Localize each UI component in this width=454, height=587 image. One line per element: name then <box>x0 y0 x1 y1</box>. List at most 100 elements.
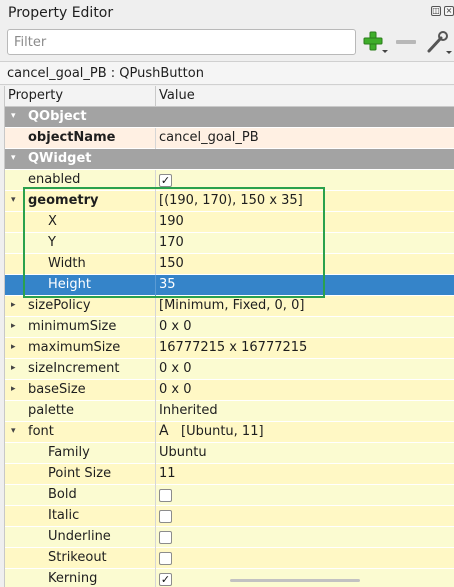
property-name: maximumSize <box>28 340 121 355</box>
property-row[interactable]: enabled ✓ <box>5 170 454 191</box>
property-name: geometry <box>28 193 99 208</box>
property-row[interactable]: Italic <box>5 506 454 527</box>
checkbox[interactable] <box>159 510 172 523</box>
property-name: Family <box>48 445 90 460</box>
column-separator <box>155 128 156 149</box>
collapse-arrow-icon[interactable]: ▸ <box>11 362 21 374</box>
property-row[interactable]: X 190 <box>5 212 454 233</box>
property-name: Bold <box>48 487 77 502</box>
column-separator <box>155 422 156 443</box>
property-name: Kerning <box>48 571 98 586</box>
checkbox[interactable] <box>159 531 172 544</box>
category-row[interactable]: ▾ QObject <box>5 107 454 128</box>
property-value[interactable]: [(190, 170), 150 x 35] <box>159 193 303 208</box>
property-name: QWidget <box>28 151 92 166</box>
expand-arrow-icon[interactable]: ▾ <box>11 194 21 206</box>
property-name: palette <box>28 403 75 418</box>
collapse-arrow-icon[interactable]: ▸ <box>11 341 21 353</box>
expand-arrow-icon[interactable]: ▾ <box>11 110 21 122</box>
property-table: Property Value ▾ QObject objectName cancel_… <box>4 86 454 587</box>
checkbox[interactable]: ✓ <box>159 174 172 187</box>
property-row[interactable]: objectName cancel_goal_PB <box>5 128 454 149</box>
minus-icon <box>396 40 416 44</box>
property-name: sizeIncrement <box>28 361 120 376</box>
property-value[interactable]: cancel_goal_PB <box>159 130 259 145</box>
property-name: objectName <box>28 130 116 145</box>
object-info-bar: cancel_goal_PB : QPushButton <box>0 61 454 85</box>
close-icon[interactable]: × <box>444 6 454 16</box>
property-row[interactable]: Bold <box>5 485 454 506</box>
property-value[interactable]: 11 <box>159 466 176 481</box>
column-separator <box>155 548 156 569</box>
column-separator <box>155 464 156 485</box>
header-property[interactable]: Property <box>8 88 63 103</box>
property-value[interactable]: 170 <box>159 235 184 250</box>
property-value[interactable]: 0 x 0 <box>159 319 192 334</box>
property-value[interactable]: 35 <box>159 277 176 292</box>
checkbox[interactable] <box>159 552 172 565</box>
column-separator <box>155 317 156 338</box>
collapse-arrow-icon[interactable]: ▸ <box>11 299 21 311</box>
property-row[interactable]: Kerning ✓ <box>5 569 454 587</box>
collapse-arrow-icon[interactable]: ▸ <box>11 320 21 332</box>
header-value[interactable]: Value <box>159 88 195 103</box>
property-row[interactable]: ▸ baseSize 0 x 0 <box>5 380 454 401</box>
property-row[interactable]: ▸ sizeIncrement 0 x 0 <box>5 359 454 380</box>
header-separator <box>155 86 156 107</box>
property-row[interactable]: Point Size 11 <box>5 464 454 485</box>
float-icon[interactable]: ◫ <box>431 6 441 16</box>
horizontal-scrollbar[interactable] <box>230 579 360 582</box>
property-value[interactable]: 150 <box>159 256 184 271</box>
column-separator <box>155 170 156 191</box>
property-row[interactable]: Strikeout <box>5 548 454 569</box>
column-separator <box>155 296 156 317</box>
property-name: Width <box>48 256 86 271</box>
property-value[interactable]: 190 <box>159 214 184 229</box>
property-value[interactable]: Ubuntu <box>159 445 207 460</box>
property-value[interactable]: [Minimum, Fixed, 0, 0] <box>159 298 304 313</box>
property-name: Height <box>48 277 91 292</box>
property-value[interactable]: 0 x 0 <box>159 361 192 376</box>
property-name: font <box>28 424 54 439</box>
property-name: X <box>48 214 57 229</box>
category-row[interactable]: ▾ QWidget <box>5 149 454 170</box>
property-row[interactable]: ▾ geometry [(190, 170), 150 x 35] <box>5 191 454 212</box>
configure-button[interactable] <box>424 29 452 55</box>
property-row[interactable]: ▾ font A [Ubuntu, 11] <box>5 422 454 443</box>
collapse-arrow-icon[interactable]: ▸ <box>11 383 21 395</box>
remove-dynamic-property-button[interactable] <box>393 29 419 55</box>
property-row[interactable]: Underline <box>5 527 454 548</box>
property-row[interactable]: Family Ubuntu <box>5 443 454 464</box>
add-dynamic-property-button[interactable] <box>361 29 389 55</box>
column-separator <box>155 380 156 401</box>
property-name: Strikeout <box>48 550 107 565</box>
property-row[interactable]: Y 170 <box>5 233 454 254</box>
column-separator <box>155 359 156 380</box>
column-separator <box>155 254 156 275</box>
column-separator <box>155 338 156 359</box>
column-separator <box>155 275 156 296</box>
column-separator <box>155 401 156 422</box>
wrench-icon <box>427 31 452 54</box>
plus-icon <box>363 31 388 53</box>
property-value[interactable]: 16777215 x 16777215 <box>159 340 307 355</box>
property-row[interactable]: Height 35 <box>5 275 454 296</box>
property-value[interactable]: [Ubuntu, 11] <box>181 424 264 439</box>
font-icon: A <box>159 423 169 439</box>
column-separator <box>155 191 156 212</box>
property-row[interactable]: palette Inherited <box>5 401 454 422</box>
property-value[interactable]: 0 x 0 <box>159 382 192 397</box>
expand-arrow-icon[interactable]: ▾ <box>11 425 21 437</box>
property-row[interactable]: ▸ minimumSize 0 x 0 <box>5 317 454 338</box>
property-value[interactable]: Inherited <box>159 403 218 418</box>
checkbox[interactable] <box>159 489 172 502</box>
column-separator <box>155 485 156 506</box>
checkbox[interactable]: ✓ <box>159 573 172 586</box>
property-row[interactable]: Width 150 <box>5 254 454 275</box>
filter-input[interactable] <box>7 29 356 55</box>
column-separator <box>155 212 156 233</box>
property-row[interactable]: ▸ maximumSize 16777215 x 16777215 <box>5 338 454 359</box>
column-separator <box>155 506 156 527</box>
expand-arrow-icon[interactable]: ▾ <box>11 152 21 164</box>
property-row[interactable]: ▸ sizePolicy [Minimum, Fixed, 0, 0] <box>5 296 454 317</box>
